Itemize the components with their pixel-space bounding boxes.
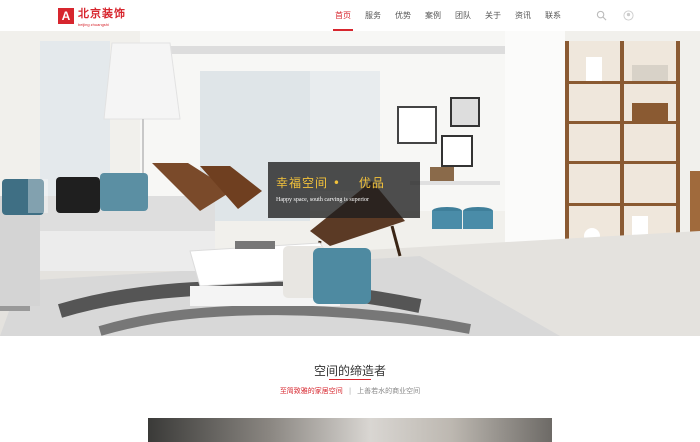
logo-text: 北京装饰 beijing zhuangshi (78, 5, 126, 27)
nav-item-about[interactable]: 关于 (480, 0, 506, 31)
nav-item-team[interactable]: 团队 (450, 0, 476, 31)
section-title: 空间的缔造者 (313, 364, 386, 378)
user-icon[interactable] (623, 10, 634, 21)
nav-item-home[interactable]: 首页 (330, 0, 356, 31)
nav-item-news[interactable]: 资讯 (510, 0, 536, 31)
subtitle-separator: | (348, 387, 352, 395)
gallery-image-preview (148, 418, 552, 442)
logo-mark: A (58, 8, 74, 24)
nav-item-services[interactable]: 服务 (360, 0, 386, 31)
hero-title-part1: 幸福空间 • (276, 176, 341, 190)
subtitle-home-space[interactable]: 至简致雅的家居空间 (280, 387, 343, 395)
prev-slide-button[interactable] (28, 179, 48, 213)
subtitle-commercial-space[interactable]: 上善若水的商业空间 (357, 387, 420, 395)
site-logo[interactable]: A 北京装饰 beijing zhuangshi (58, 5, 126, 27)
section-subtitles: 至简致雅的家居空间 | 上善若水的商业空间 (0, 386, 700, 396)
hero-title: 幸福空间 • 优品 (276, 174, 385, 191)
logo-name: 北京装饰 (78, 7, 126, 20)
title-underline (329, 379, 371, 380)
nav-item-contact[interactable]: 联系 (540, 0, 566, 31)
main-nav: 首页 服务 优势 案例 团队 关于 资讯 联系 (330, 0, 570, 31)
logo-tagline: beijing zhuangshi (78, 22, 109, 27)
hero-banner: 幸福空间 • 优品 Happy space, south carving is s… (268, 162, 420, 218)
site-header: A 北京装饰 beijing zhuangshi 首页 服务 优势 案例 团队 … (0, 0, 700, 32)
hero-subtitle: Happy space, south carving is superior (276, 197, 369, 203)
hero-slider: 幸福空间 • 优品 Happy space, south carving is s… (0, 31, 700, 336)
nav-item-cases[interactable]: 案例 (420, 0, 446, 31)
nav-item-advantages[interactable]: 优势 (390, 0, 416, 31)
hero-title-part2: 优品 (358, 176, 385, 190)
search-icon[interactable] (596, 10, 607, 21)
